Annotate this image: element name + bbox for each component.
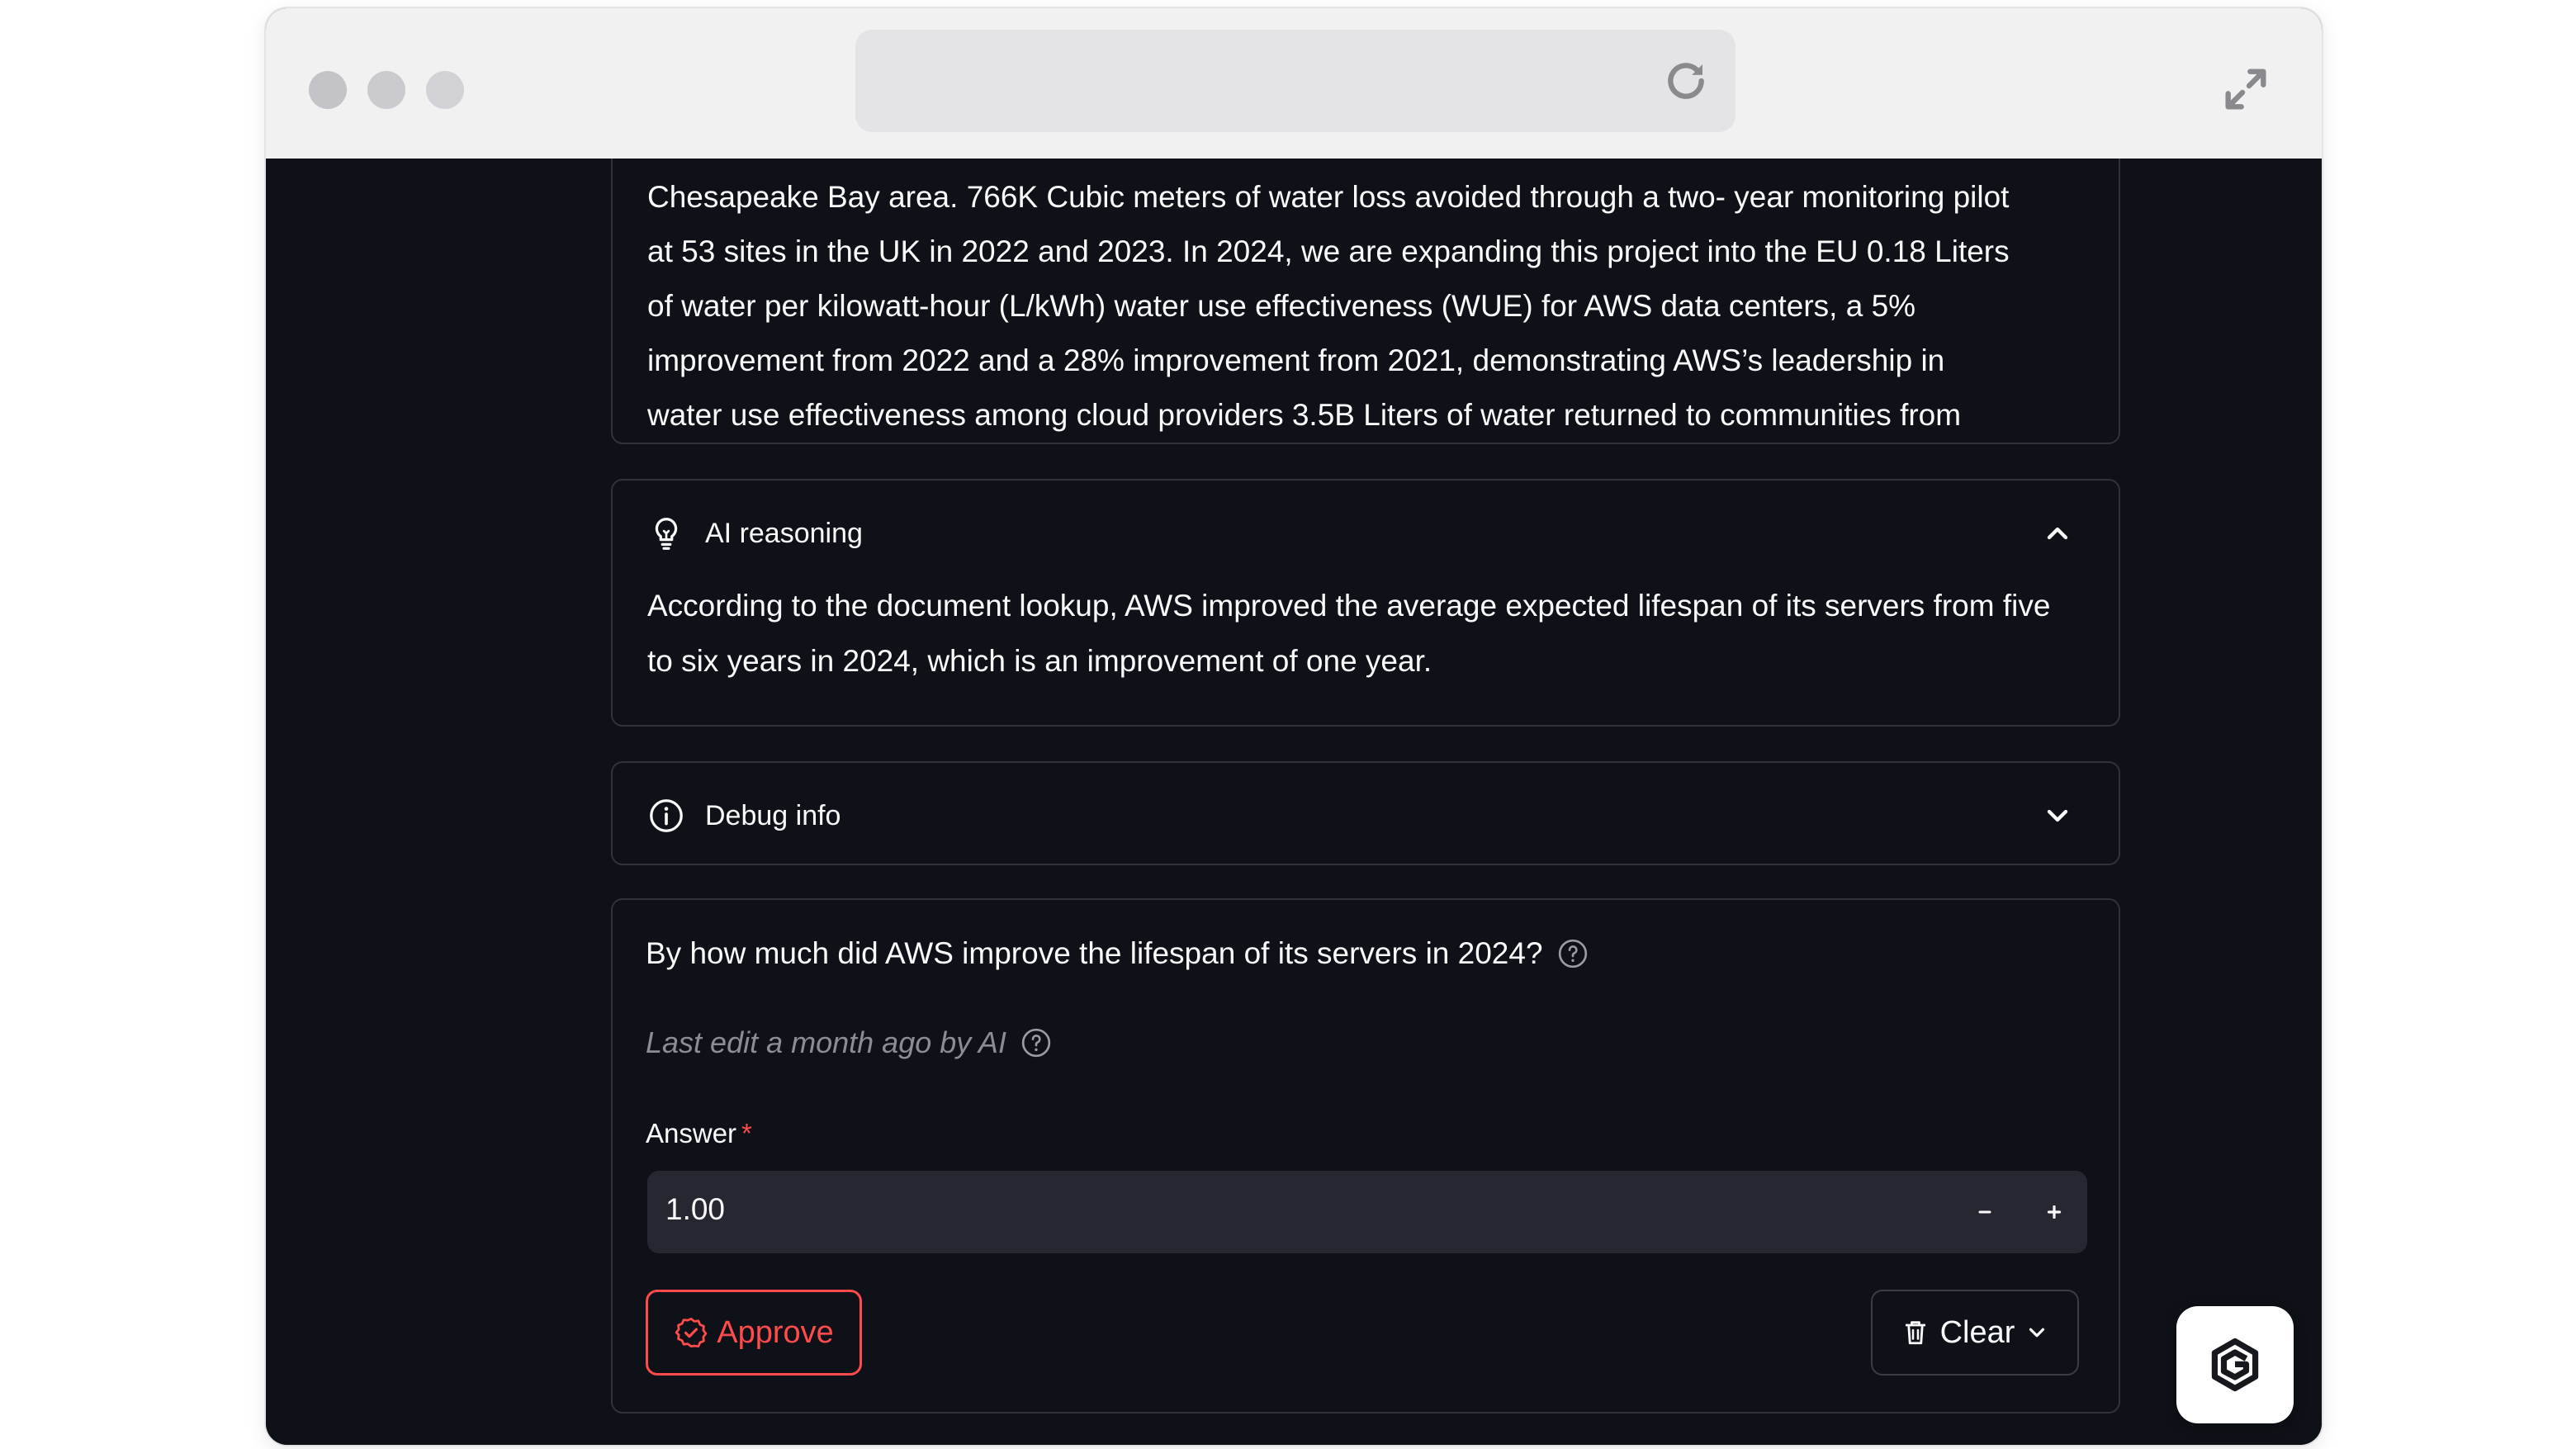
answer-value[interactable]: 1.00 bbox=[665, 1192, 725, 1227]
required-marker: * bbox=[741, 1118, 752, 1148]
browser-toolbar bbox=[266, 8, 2322, 159]
minus-icon bbox=[1978, 1210, 1991, 1214]
question-title-row: By how much did AWS improve the lifespan… bbox=[646, 936, 1589, 971]
clear-button[interactable]: Clear bbox=[1871, 1290, 2079, 1376]
answer-label-text: Answer bbox=[646, 1118, 737, 1148]
ai-reasoning-expander: AI reasoning According to the document l… bbox=[611, 479, 2120, 727]
ai-reasoning-title: AI reasoning bbox=[705, 517, 863, 549]
trash-icon bbox=[1905, 1321, 1925, 1345]
clear-label: Clear bbox=[1939, 1314, 2015, 1350]
browser-window: Chesapeake Bay area. 766K Cubic meters o… bbox=[266, 8, 2322, 1445]
window-zoom-button[interactable] bbox=[426, 71, 464, 109]
window-close-button[interactable] bbox=[309, 71, 347, 109]
assistant-widget-button[interactable] bbox=[2176, 1306, 2294, 1423]
source-line: at 53 sites in the UK in 2022 and 2023. … bbox=[647, 234, 2010, 268]
chevron-down-icon bbox=[2029, 1328, 2045, 1338]
debug-info-expander[interactable]: Debug info bbox=[611, 761, 2120, 865]
verified-badge-icon bbox=[675, 1317, 708, 1348]
source-line: improvement from 2022 and a 28% improvem… bbox=[647, 343, 1945, 377]
expand-icon[interactable] bbox=[2219, 63, 2272, 116]
source-line: water use effectiveness among cloud prov… bbox=[647, 398, 1962, 432]
help-icon[interactable] bbox=[1556, 937, 1589, 970]
ai-reasoning-header[interactable]: AI reasoning bbox=[647, 514, 863, 553]
last-edit-row: Last edit a month ago by AI bbox=[646, 1025, 1053, 1060]
increment-button[interactable] bbox=[2028, 1186, 2081, 1238]
window-minimize-button[interactable] bbox=[367, 71, 405, 109]
plus-icon bbox=[2047, 1205, 2062, 1219]
approve-label: Approve bbox=[717, 1314, 834, 1350]
answer-label: Answer * bbox=[646, 1118, 752, 1149]
help-icon[interactable] bbox=[1020, 1026, 1053, 1059]
source-line: of water per kilowatt-hour (L/kWh) water… bbox=[647, 289, 1916, 323]
decrement-button[interactable] bbox=[1958, 1186, 2011, 1238]
ai-reasoning-text: According to the document lookup, AWS im… bbox=[647, 589, 2051, 678]
answer-number-input[interactable]: 1.00 bbox=[647, 1171, 2087, 1253]
question-form-card: By how much did AWS improve the lifespan… bbox=[611, 898, 2120, 1413]
debug-info-title: Debug info bbox=[705, 799, 841, 831]
debug-info-header[interactable]: Debug info bbox=[647, 796, 841, 836]
last-edit-text: Last edit a month ago by AI bbox=[646, 1025, 1006, 1059]
chevron-down-icon[interactable] bbox=[2041, 799, 2074, 832]
info-icon bbox=[650, 799, 683, 832]
question-title: By how much did AWS improve the lifespan… bbox=[646, 936, 1543, 970]
source-excerpt-text: Chesapeake Bay area. 766K Cubic meters o… bbox=[647, 170, 2084, 443]
lightbulb-icon bbox=[655, 518, 678, 550]
app-content: Chesapeake Bay area. 766K Cubic meters o… bbox=[266, 159, 2322, 1445]
hexagon-logo-icon bbox=[2211, 1338, 2259, 1392]
source-excerpt-card: Chesapeake Bay area. 766K Cubic meters o… bbox=[611, 159, 2120, 444]
source-line: Chesapeake Bay area. 766K Cubic meters o… bbox=[647, 180, 2010, 214]
approve-button[interactable]: Approve bbox=[646, 1290, 862, 1376]
chevron-up-icon[interactable] bbox=[2041, 517, 2074, 550]
address-bar[interactable] bbox=[855, 30, 1735, 132]
reload-icon[interactable] bbox=[1660, 54, 1712, 107]
